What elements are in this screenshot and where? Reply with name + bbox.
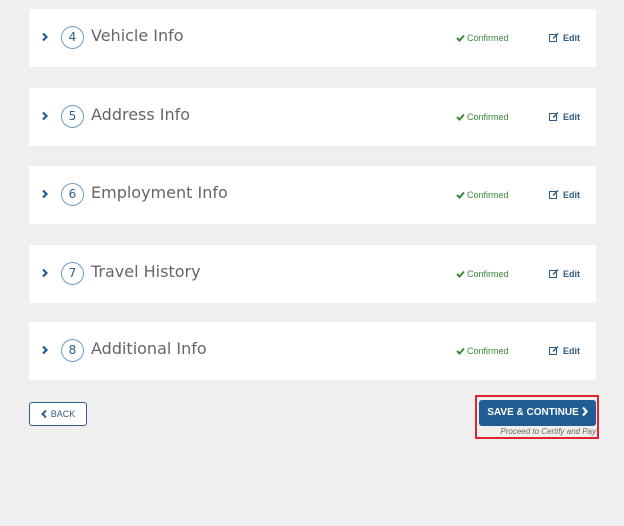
check-icon (456, 113, 465, 121)
status-label: Confirmed (467, 190, 509, 200)
edit-label: Edit (563, 33, 580, 43)
edit-label: Edit (563, 346, 580, 356)
chevron-right-icon[interactable] (41, 111, 53, 123)
save-continue-sublabel: Proceed to Certify and Pay (500, 427, 596, 436)
section-card[interactable]: 6 Employment Info Confirmed Edit (29, 166, 596, 224)
chevron-left-icon (40, 409, 47, 419)
edit-label: Edit (563, 111, 580, 122)
edit-button[interactable]: Edit (549, 267, 580, 281)
section-title[interactable]: Address Info (91, 104, 190, 126)
section-title[interactable]: Additional Info (91, 338, 207, 360)
section-title[interactable]: Travel History (91, 261, 201, 283)
status-confirmed: Confirmed (456, 267, 509, 281)
section-card[interactable]: 7 Travel History Confirmed Edit (29, 244, 596, 303)
status-label: Confirmed (467, 33, 509, 43)
section-title[interactable]: Vehicle Info (91, 25, 184, 47)
chevron-right-icon[interactable] (41, 268, 53, 280)
edit-label: Edit (563, 190, 580, 200)
status-confirmed: Confirmed (456, 188, 509, 202)
status-confirmed: Confirmed (456, 344, 509, 358)
section-card[interactable]: 4 Vehicle Info Confirmed Edit (29, 9, 596, 67)
check-icon (456, 270, 465, 278)
chevron-right-icon[interactable] (41, 32, 53, 44)
save-continue-label: SAVE & CONTINUE (487, 407, 579, 418)
edit-icon (549, 268, 559, 278)
edit-icon (549, 33, 559, 42)
step-number: 6 (61, 183, 84, 206)
status-label: Confirmed (467, 346, 509, 356)
status-confirmed: Confirmed (456, 31, 509, 45)
check-icon (456, 347, 465, 355)
section-card[interactable]: 8 Additional Info Confirmed Edit (29, 322, 596, 380)
section-title[interactable]: Employment Info (91, 182, 228, 204)
step-number: 7 (61, 261, 84, 285)
status-confirmed: Confirmed (456, 110, 509, 124)
step-number: 4 (61, 26, 84, 49)
edit-icon (549, 346, 559, 355)
save-continue-button[interactable]: SAVE & CONTINUE (479, 400, 596, 426)
edit-button[interactable]: Edit (549, 344, 580, 358)
chevron-right-icon[interactable] (41, 189, 53, 201)
back-button[interactable]: BACK (29, 402, 87, 426)
chevron-right-icon[interactable] (41, 345, 53, 357)
section-card[interactable]: 5 Address Info Confirmed Edit (29, 87, 596, 146)
edit-button[interactable]: Edit (549, 110, 580, 124)
chevron-right-icon (581, 406, 588, 417)
step-number: 8 (61, 339, 84, 362)
edit-button[interactable]: Edit (549, 188, 580, 202)
step-number: 5 (61, 104, 84, 128)
check-icon (456, 191, 465, 199)
edit-icon (549, 111, 559, 121)
back-label: BACK (50, 409, 76, 419)
edit-button[interactable]: Edit (549, 31, 580, 45)
check-icon (456, 34, 465, 42)
edit-label: Edit (563, 268, 580, 279)
status-label: Confirmed (467, 111, 509, 122)
status-label: Confirmed (467, 268, 509, 279)
edit-icon (549, 190, 559, 199)
